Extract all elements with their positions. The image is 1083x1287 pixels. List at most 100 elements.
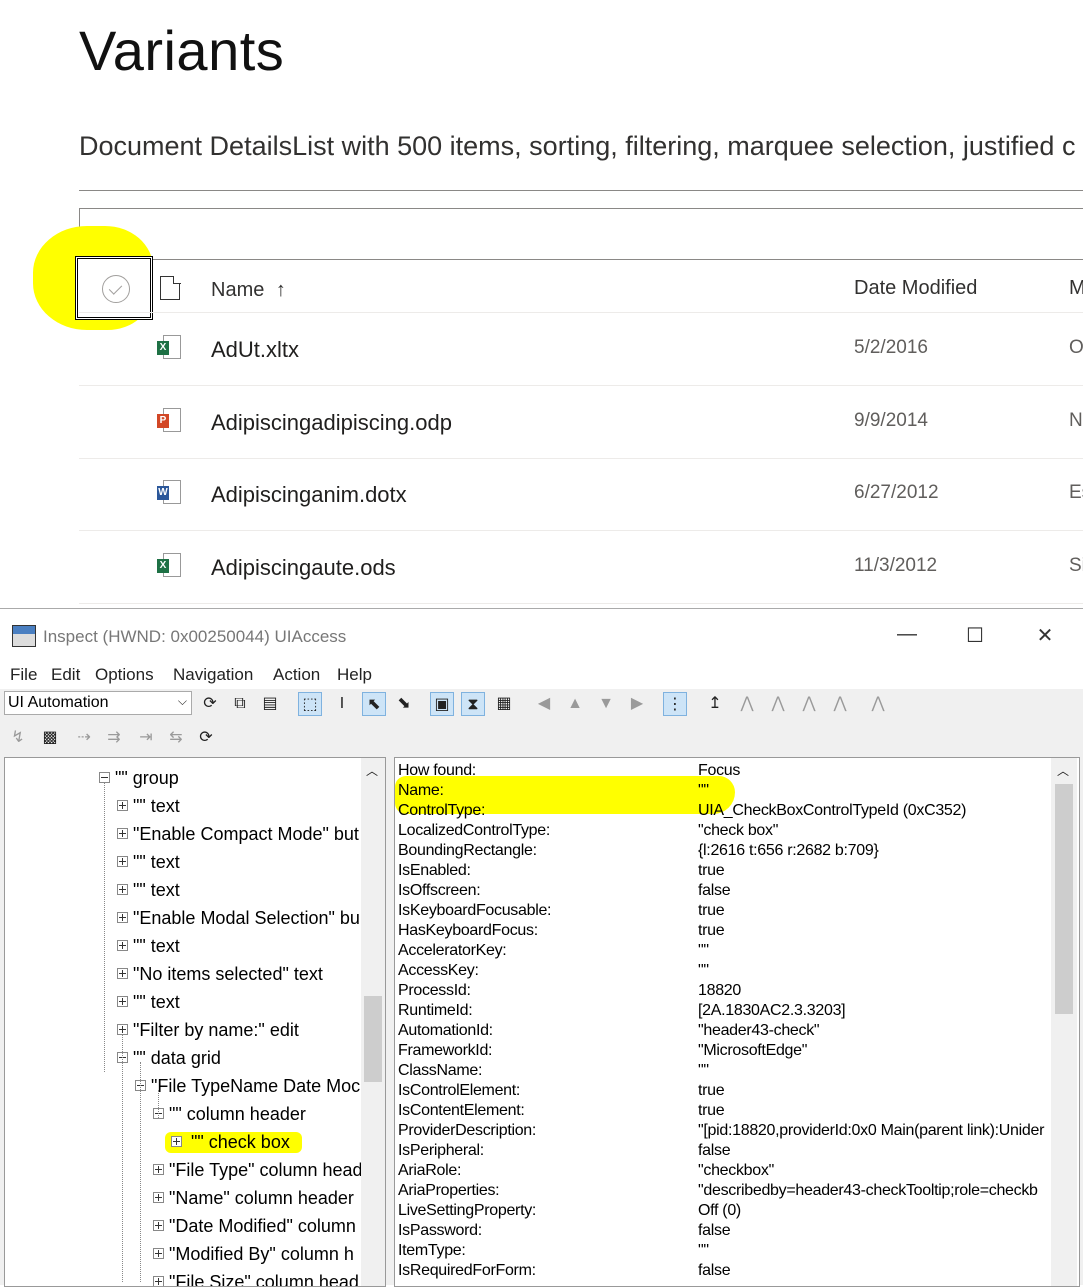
list-row[interactable]: W Adipiscinganim.dotx 6/27/2012 Es xyxy=(79,458,1083,531)
tree-item[interactable]: "File Type" column head xyxy=(5,1158,363,1186)
tree-item[interactable]: "Modified By" column h xyxy=(5,1242,355,1270)
arrow-left-icon[interactable]: ◀ xyxy=(532,692,556,716)
close-button[interactable]: ✕ xyxy=(1022,623,1068,648)
properties-pane[interactable]: How found: Focus Name: "" ControlType: UIA_Ch… xyxy=(394,757,1080,1287)
navigate-next-sibling-icon[interactable]: ⋀ xyxy=(766,692,790,716)
tree-item[interactable]: "" text xyxy=(5,794,355,822)
property-row[interactable]: IsContentElement: true xyxy=(398,1102,1048,1122)
property-row[interactable]: ClassName: "" xyxy=(398,1062,1048,1082)
expand-icon[interactable] xyxy=(153,1248,164,1259)
watch-tracking-icon[interactable]: ⧗ xyxy=(461,692,485,716)
mode-select[interactable]: UI Automation ⌵ xyxy=(4,691,192,715)
tree-item[interactable]: "" text xyxy=(5,878,355,906)
property-row[interactable]: IsKeyboardFocusable: true xyxy=(398,902,1048,922)
scroll-up-icon[interactable]: ︿ xyxy=(366,762,378,779)
file-name[interactable]: Adipiscingadipiscing.odp xyxy=(211,410,452,436)
property-row[interactable]: AriaRole: "checkbox" xyxy=(398,1162,1048,1182)
expand-icon[interactable] xyxy=(153,1164,164,1175)
title-bar[interactable]: Inspect (HWND: 0x00250044) UIAccess — ☐ … xyxy=(0,609,1083,661)
tree-item[interactable]: "File TypeName Date Moc xyxy=(5,1074,360,1102)
minimize-button[interactable]: — xyxy=(884,623,930,646)
tree-item[interactable]: "" text xyxy=(5,990,355,1018)
tree-item[interactable]: "Enable Compact Mode" but xyxy=(5,822,359,850)
arrow-down-icon[interactable]: ▼ xyxy=(594,692,618,716)
file-name[interactable]: AdUt.xltx xyxy=(211,337,299,363)
tree-item[interactable]: "" check box xyxy=(5,1130,355,1158)
show-highlight-rect-icon[interactable]: ⬚ xyxy=(298,692,322,716)
properties-scrollbar[interactable]: ︿ xyxy=(1051,758,1077,1286)
tree-item[interactable]: "No items selected" text xyxy=(5,962,355,990)
property-row[interactable]: Name: "" xyxy=(398,782,1048,802)
copy-icon[interactable]: ⧉ xyxy=(228,692,252,716)
expand-icon[interactable] xyxy=(117,856,128,867)
action-refresh-icon[interactable]: ⟳ xyxy=(194,726,218,750)
menu-file[interactable]: File xyxy=(10,665,37,685)
property-row[interactable]: AriaProperties: "describedby=header43-che… xyxy=(398,1182,1048,1202)
expand-icon[interactable] xyxy=(117,940,128,951)
property-row[interactable]: AccessKey: "" xyxy=(398,962,1048,982)
action-select-icon[interactable]: ⇥ xyxy=(134,726,158,750)
filter-by-name-input[interactable] xyxy=(79,208,1083,260)
property-row[interactable]: IsEnabled: true xyxy=(398,862,1048,882)
tree-item[interactable]: "" data grid xyxy=(5,1046,355,1074)
property-row[interactable]: RuntimeId: [2A.1830AC2.3.3203] xyxy=(398,1002,1048,1022)
menu-options[interactable]: Options xyxy=(95,665,154,685)
tree-item[interactable]: "Filter by name:" edit xyxy=(5,1018,355,1046)
refresh-icon[interactable]: ⟳ xyxy=(198,692,222,716)
property-row[interactable]: FrameworkId: "MicrosoftEdge" xyxy=(398,1042,1048,1062)
list-row[interactable]: X Adipiscingaute.ods 11/3/2012 Si xyxy=(79,531,1083,604)
navigate-parent-icon[interactable]: ↥ xyxy=(703,692,727,716)
show-info-icon[interactable]: ▦ xyxy=(492,692,516,716)
tree-item[interactable]: "" text xyxy=(5,934,355,962)
expand-icon[interactable] xyxy=(117,828,128,839)
scroll-up-icon[interactable]: ︿ xyxy=(1057,762,1069,779)
expand-icon[interactable] xyxy=(117,884,128,895)
property-row[interactable]: IsPassword: false xyxy=(398,1222,1048,1242)
file-name[interactable]: Adipiscinganim.dotx xyxy=(211,482,407,508)
expand-icon[interactable] xyxy=(117,996,128,1007)
copy-tree-icon[interactable]: ▤ xyxy=(258,692,282,716)
tree-item[interactable]: "" group xyxy=(5,766,355,794)
expand-icon[interactable] xyxy=(117,968,128,979)
arrow-up-icon[interactable]: ▲ xyxy=(563,692,587,716)
properties-scroll-thumb[interactable] xyxy=(1055,784,1073,1014)
file-type-column-icon[interactable] xyxy=(160,275,181,300)
list-row[interactable]: X AdUt.xltx 5/2/2016 O xyxy=(79,313,1083,386)
menu-help[interactable]: Help xyxy=(337,665,372,685)
property-row[interactable]: ControlType: UIA_CheckBoxControlTypeId (0… xyxy=(398,802,1048,822)
property-row[interactable]: IsPeripheral: false xyxy=(398,1142,1048,1162)
element-tree[interactable]: "" group "" text "Enable Compact Mode" but… xyxy=(4,757,386,1287)
navigate-tree-icon[interactable]: ⋀ xyxy=(866,692,890,716)
expand-icon[interactable] xyxy=(117,912,128,923)
tree-item[interactable]: "Name" column header xyxy=(5,1186,355,1214)
action-expand-icon[interactable]: ⇢ xyxy=(72,726,96,750)
tree-item[interactable]: "" text xyxy=(5,850,355,878)
property-row[interactable]: IsRequiredForForm: false xyxy=(398,1262,1048,1282)
tree-scroll-thumb[interactable] xyxy=(364,996,382,1082)
tree-item[interactable]: "" column header xyxy=(5,1102,355,1130)
property-row[interactable]: LiveSettingProperty: Off (0) xyxy=(398,1202,1048,1222)
tree-item[interactable]: "File Size" column head xyxy=(5,1270,359,1286)
expand-icon[interactable] xyxy=(153,1220,164,1231)
menu-edit[interactable]: Edit xyxy=(51,665,80,685)
navigate-prev-sibling-icon[interactable]: ⋀ xyxy=(797,692,821,716)
tree-item[interactable]: "Enable Modal Selection" bu xyxy=(5,906,360,934)
maximize-button[interactable]: ☐ xyxy=(952,623,998,648)
file-name[interactable]: Adipiscingaute.ods xyxy=(211,555,396,581)
expand-icon[interactable] xyxy=(117,800,128,811)
watch-cursor-icon[interactable]: ⬉ xyxy=(362,692,386,716)
date-modified-column-header[interactable]: Date Modified xyxy=(854,277,977,300)
property-row[interactable]: How found: Focus xyxy=(398,762,1048,782)
action-collapse-icon[interactable]: ⇉ xyxy=(102,726,126,750)
menu-action[interactable]: Action xyxy=(273,665,320,685)
property-row[interactable]: AcceleratorKey: "" xyxy=(398,942,1048,962)
tree-item[interactable]: "Date Modified" column xyxy=(5,1214,356,1242)
modified-by-column-header[interactable]: M xyxy=(1069,277,1083,300)
property-row[interactable]: AutomationId: "header43-check" xyxy=(398,1022,1048,1042)
property-row[interactable]: HasKeyboardFocus: true xyxy=(398,922,1048,942)
property-row[interactable]: ProcessId: 18820 xyxy=(398,982,1048,1002)
watch-focus-icon[interactable]: ▣ xyxy=(430,692,454,716)
tree-view-icon[interactable]: ⋮ xyxy=(663,692,687,716)
property-row[interactable]: LocalizedControlType: "check box" xyxy=(398,822,1048,842)
action-default-icon[interactable]: ↯ xyxy=(6,726,30,750)
